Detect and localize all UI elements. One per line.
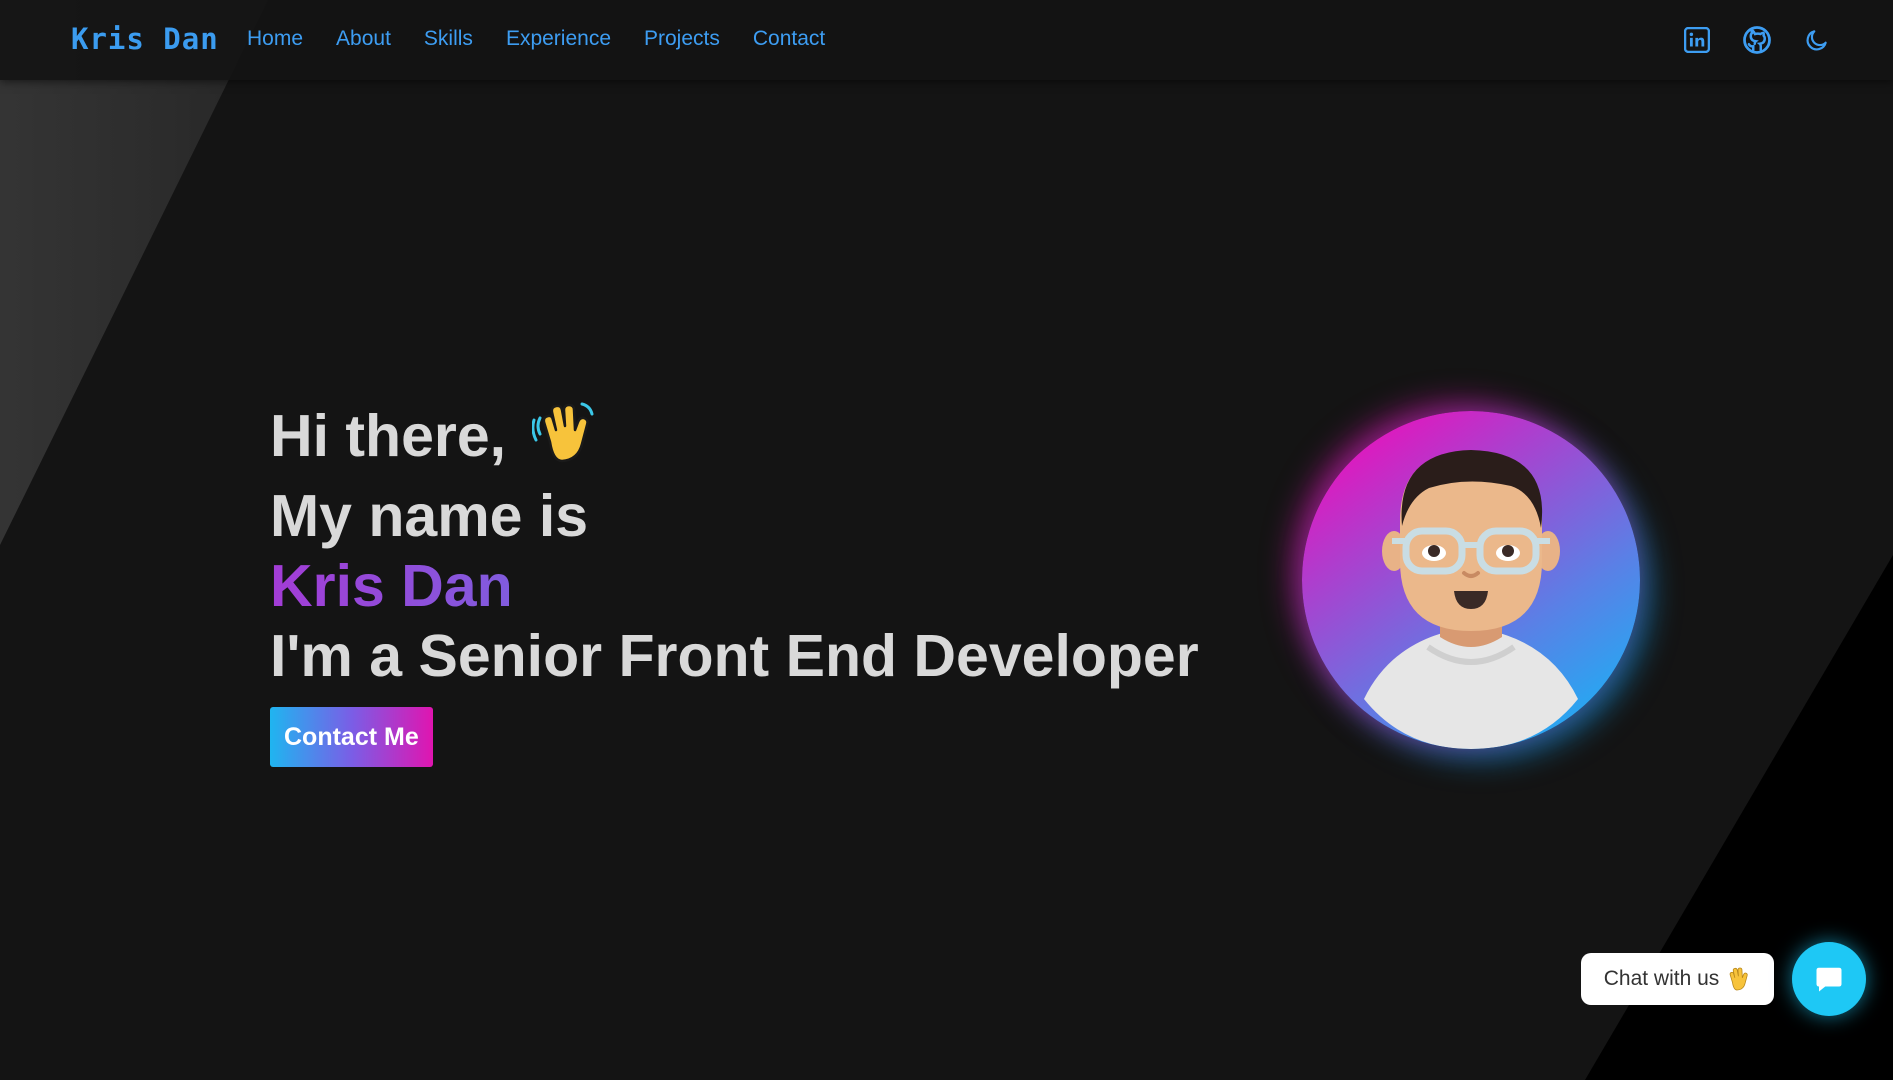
hero-name: Kris Dan [270, 551, 1199, 621]
github-icon[interactable] [1741, 24, 1773, 56]
hero-intro: My name is [270, 483, 589, 549]
site-logo[interactable]: Kris Dan [71, 22, 219, 56]
linkedin-icon[interactable] [1681, 24, 1713, 56]
nav-link-experience[interactable]: Experience [506, 27, 611, 51]
avatar-illustration [1364, 450, 1578, 749]
hero-greeting: Hi there, [270, 400, 1199, 481]
waving-hand-icon [531, 400, 596, 481]
nav-link-contact[interactable]: Contact [753, 27, 825, 51]
top-navbar: Kris Dan Home About Skills Experience Pr… [0, 0, 1893, 80]
nav-link-skills[interactable]: Skills [424, 27, 473, 51]
nav-link-home[interactable]: Home [247, 27, 303, 51]
page: Kris Dan Home About Skills Experience Pr… [0, 0, 1893, 1080]
greeting-text: Hi there, [270, 403, 507, 470]
contact-me-button[interactable]: Contact Me [270, 707, 433, 767]
hero-role: I'm a Senior Front End Developer [270, 623, 1199, 689]
chat-with-us-bubble[interactable]: Chat with us [1581, 953, 1774, 1005]
avatar [1302, 411, 1640, 749]
moon-icon[interactable] [1801, 24, 1833, 56]
hero-section: Hi there, My name is Kris Dan I'm a Seni… [270, 400, 1199, 767]
chat-open-button[interactable] [1792, 942, 1866, 1016]
main-nav: Home About Skills Experience Projects Co… [247, 27, 858, 51]
nav-link-about[interactable]: About [336, 27, 391, 51]
chat-bubble-icon [1816, 967, 1842, 992]
nav-link-projects[interactable]: Projects [644, 27, 720, 51]
header-icon-group [1653, 24, 1833, 56]
chat-pill-label: Chat with us [1603, 967, 1720, 990]
waving-hand-icon [1725, 966, 1751, 992]
